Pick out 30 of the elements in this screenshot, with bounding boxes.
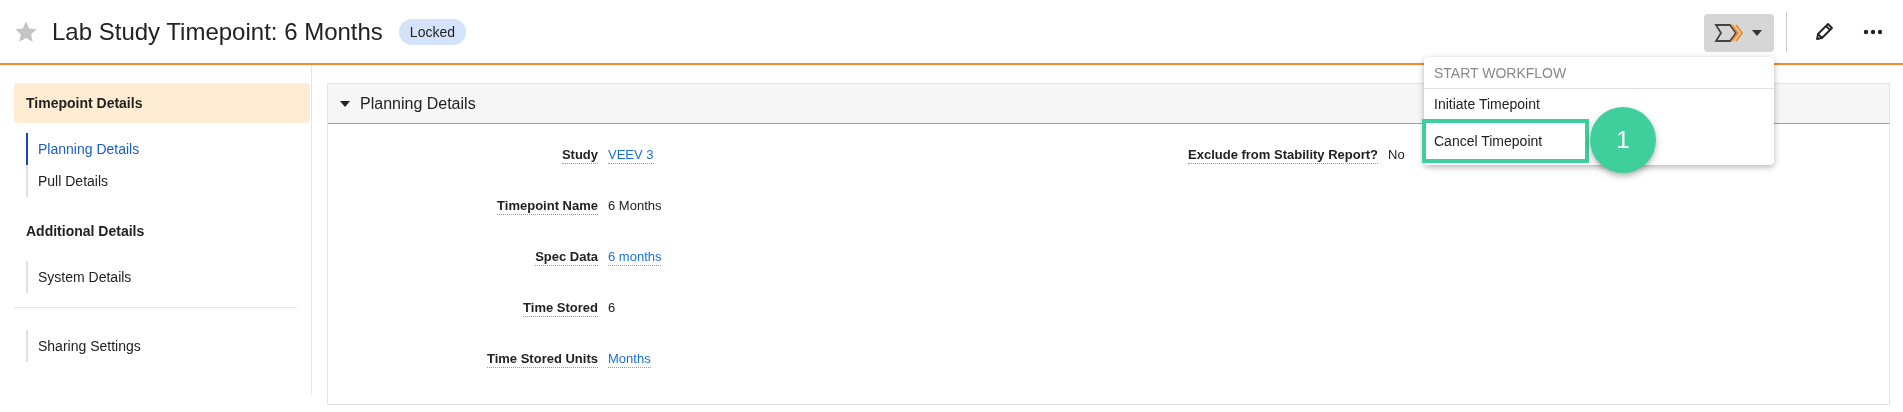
field-link[interactable]: VEEV 3 xyxy=(608,147,654,164)
field-label: Timepoint Name xyxy=(497,198,598,215)
caret-icon xyxy=(1752,29,1762,36)
field-link[interactable]: Months xyxy=(608,351,651,368)
page-title: Lab Study Timepoint: 6 Months xyxy=(52,17,383,46)
field-link[interactable]: 6 months xyxy=(608,249,662,266)
field-label: Spec Data xyxy=(535,249,598,266)
callout-number: 1 xyxy=(1590,106,1656,173)
pencil-icon[interactable] xyxy=(1813,20,1835,43)
workflow-button[interactable] xyxy=(1704,13,1774,52)
status-badge: Locked xyxy=(398,18,466,45)
field-label: Study xyxy=(561,147,598,164)
field-value: 6 xyxy=(608,300,616,316)
section-heading[interactable]: Timepoint Details xyxy=(14,83,310,123)
field-label: Exclude from Stability Report? xyxy=(1188,147,1378,164)
nav-item[interactable]: Pull Details xyxy=(26,165,311,197)
field-value: 6 Months xyxy=(608,198,662,214)
field-value: No xyxy=(1388,147,1405,163)
menu-item[interactable]: Cancel Timepoint xyxy=(1422,118,1589,163)
field-label: Time Stored Units xyxy=(487,351,598,368)
menu-heading: START WORKFLOW xyxy=(1424,56,1774,89)
nav-item[interactable]: System Details xyxy=(26,261,311,293)
field-label: Time Stored xyxy=(523,300,598,317)
section-title: Planning Details xyxy=(360,94,476,113)
section-heading[interactable]: Additional Details xyxy=(14,211,310,251)
workflow-icon xyxy=(1714,22,1744,43)
nav-item[interactable]: Planning Details xyxy=(26,133,311,165)
nav-item[interactable]: Sharing Settings xyxy=(26,330,297,362)
more-icon[interactable] xyxy=(1863,28,1883,35)
caret-icon xyxy=(340,100,350,107)
